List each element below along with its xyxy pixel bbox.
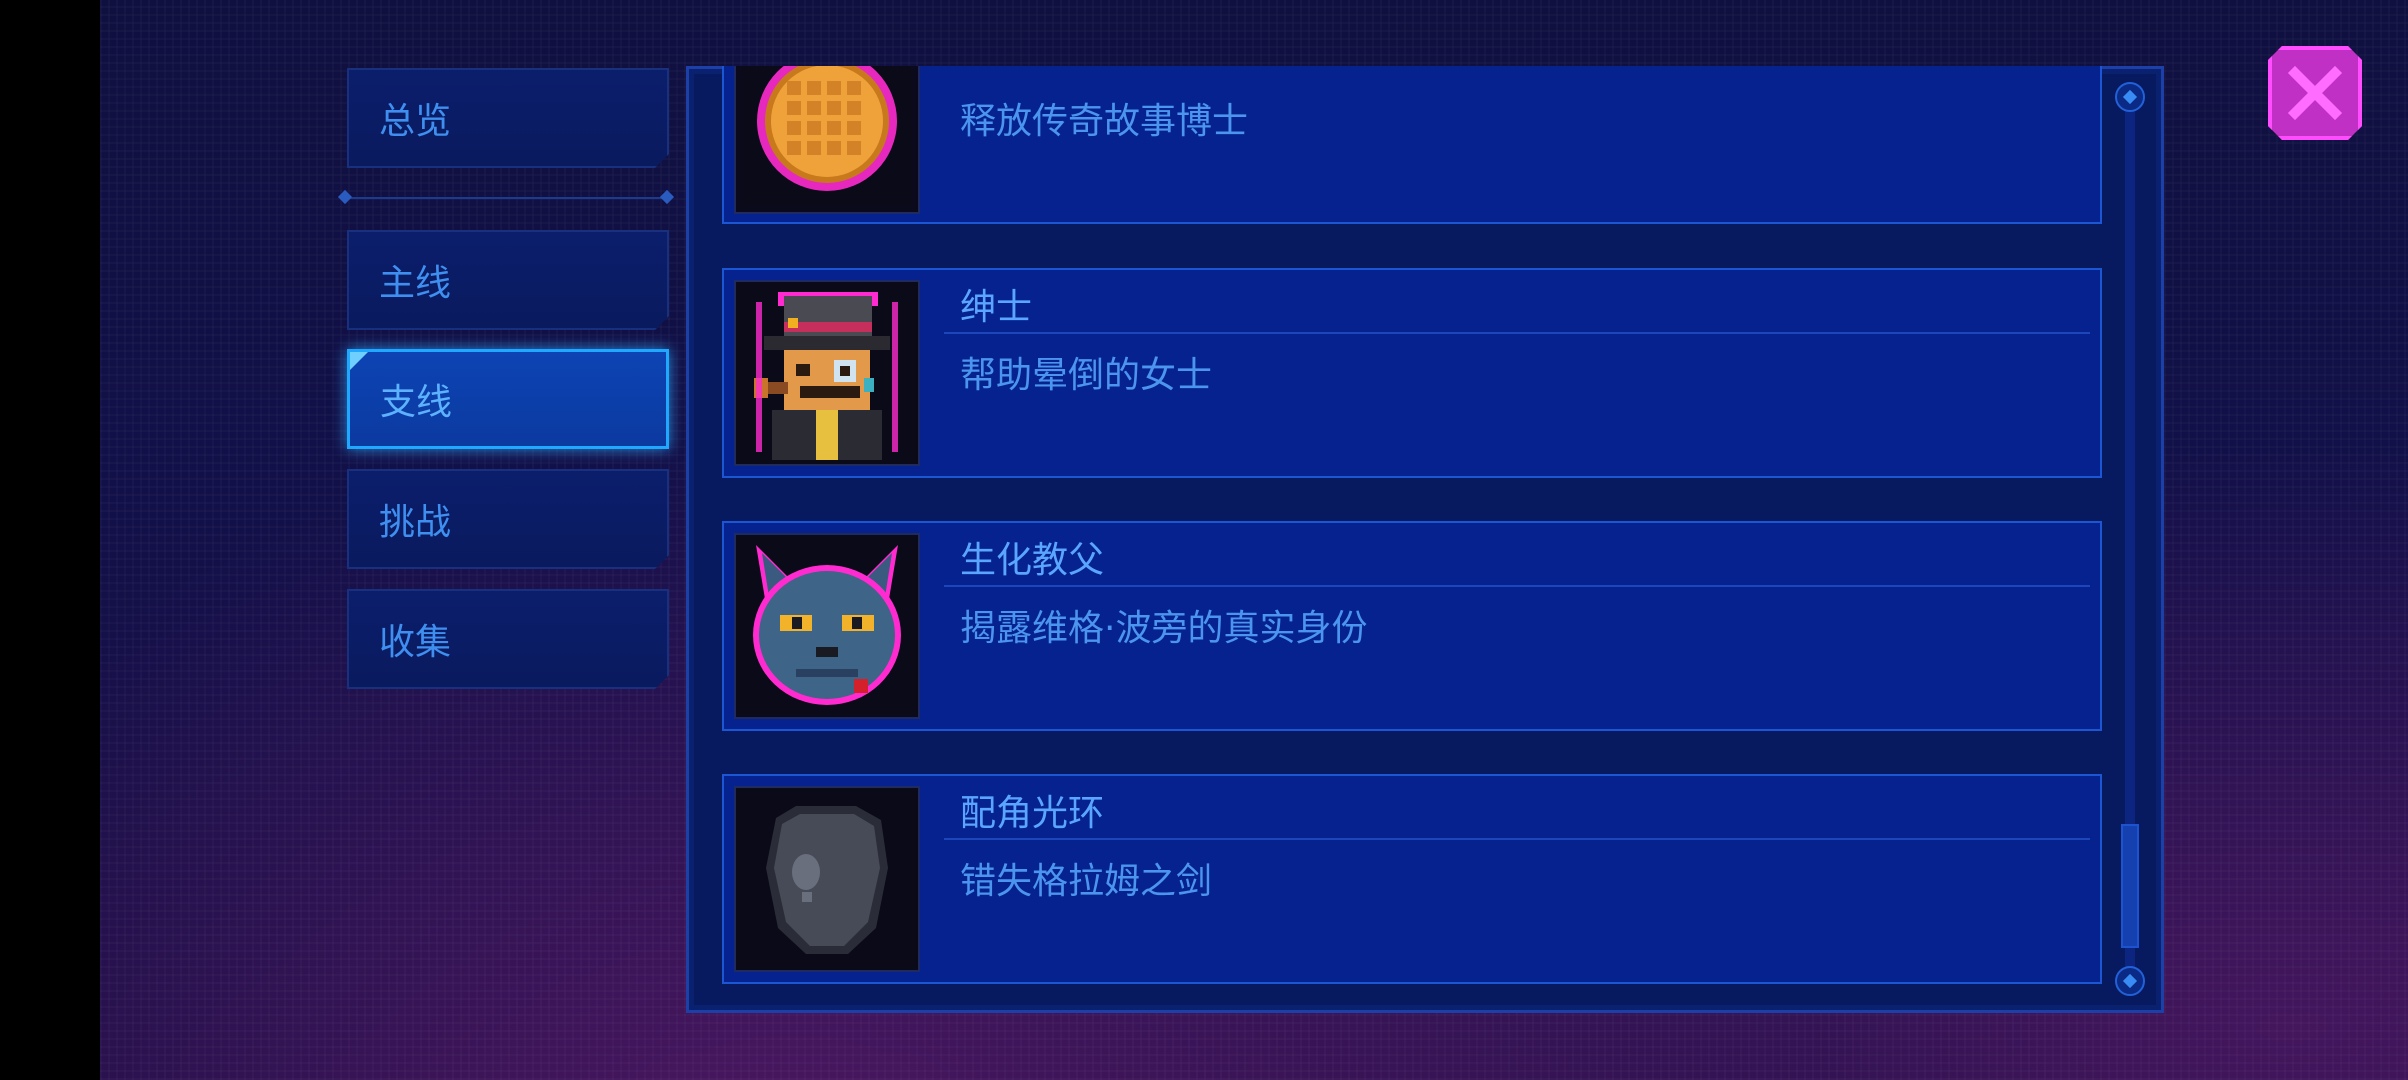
achievement-card[interactable]: 生化教父 揭露维格·波旁的真实身份 (722, 521, 2102, 731)
tab-side-line[interactable]: 支线 (347, 349, 669, 449)
achievement-card[interactable]: 释放传奇故事博士 (722, 66, 2102, 224)
tab-collection-label: 收集 (379, 622, 452, 663)
tab-main-line-label: 主线 (379, 263, 452, 304)
blue-cat-boss-icon (736, 535, 918, 717)
tab-challenge[interactable]: 挑战 (347, 469, 669, 569)
scroll-top-cap (2115, 82, 2145, 112)
achievement-icon-frame (734, 66, 920, 214)
title-divider (944, 838, 2090, 840)
achievement-title: 配角光环 (960, 793, 1105, 834)
golden-orb-icon (742, 66, 912, 206)
achievement-icon-frame (734, 533, 920, 719)
achievement-description: 错失格拉姆之剑 (960, 861, 1213, 902)
tab-side-line-label: 支线 (380, 382, 453, 423)
achievement-card[interactable]: 绅士 帮助晕倒的女士 (722, 268, 2102, 478)
achievement-title: 绅士 (960, 287, 1033, 328)
achievement-description: 释放传奇故事博士 (960, 101, 1249, 142)
screen-edge (0, 0, 100, 1080)
achievement-description: 帮助晕倒的女士 (960, 355, 1213, 396)
tab-main-line[interactable]: 主线 (347, 230, 669, 330)
scroll-bottom-cap (2115, 966, 2145, 996)
tab-collection[interactable]: 收集 (347, 589, 669, 689)
sidebar-divider (337, 189, 675, 205)
achievement-card[interactable]: 配角光环 错失格拉姆之剑 (722, 774, 2102, 984)
achievement-title: 生化教父 (960, 540, 1105, 581)
tab-overview[interactable]: 总览 (347, 68, 669, 168)
close-button[interactable] (2268, 46, 2362, 140)
scrollbar-thumb[interactable] (2121, 824, 2139, 948)
locked-egg-icon (736, 788, 918, 970)
achievement-icon-frame (734, 786, 920, 972)
title-divider (944, 585, 2090, 587)
tab-overview-label: 总览 (379, 101, 452, 142)
gentleman-portrait-icon (736, 282, 918, 464)
achievement-icon-frame (734, 280, 920, 466)
achievement-description: 揭露维格·波旁的真实身份 (960, 608, 1368, 649)
tab-challenge-label: 挑战 (379, 502, 452, 543)
title-divider (944, 332, 2090, 334)
close-icon (2285, 63, 2345, 123)
